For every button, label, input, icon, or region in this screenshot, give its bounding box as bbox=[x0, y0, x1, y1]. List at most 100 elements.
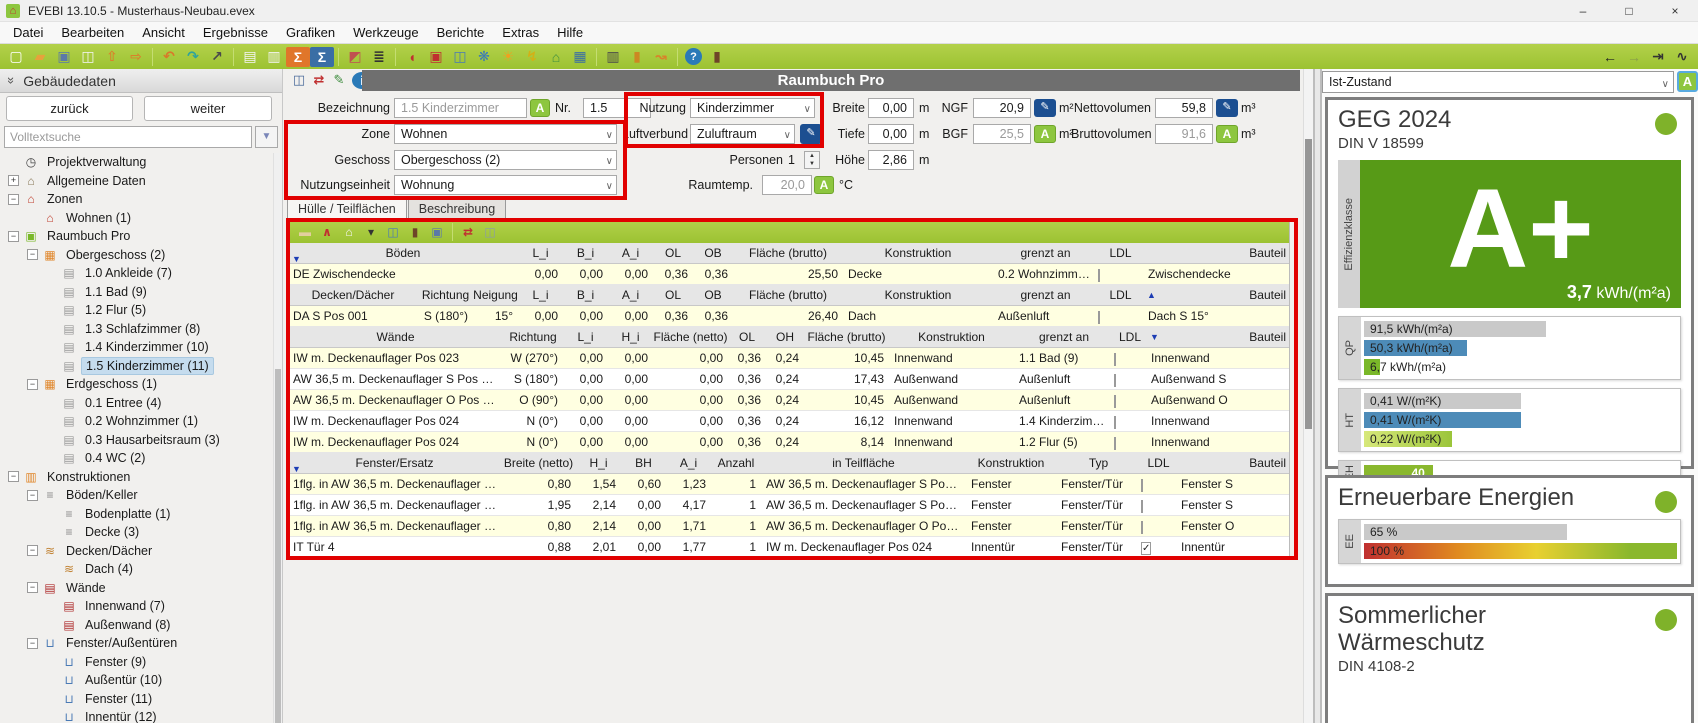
tree-scrollbar[interactable] bbox=[273, 153, 282, 723]
column-header-a_i[interactable]: A_i bbox=[608, 243, 653, 264]
column-header-breite-netto-[interactable]: Breite (netto) bbox=[501, 453, 576, 474]
column-header-fläche-brutto-[interactable]: Fläche (brutto) bbox=[733, 243, 843, 264]
tree-item-1.2-flur-5-[interactable]: ▤1.2 Flur (5) bbox=[0, 301, 274, 320]
next-button[interactable]: weiter bbox=[144, 96, 272, 121]
column-header-h_i[interactable]: H_i bbox=[608, 327, 653, 348]
house-economy-icon[interactable]: ⌂ bbox=[544, 47, 568, 67]
export-icon[interactable]: ⇨ bbox=[124, 47, 148, 67]
tree-item-1.3-schlafzimmer-8-[interactable]: ▤1.3 Schlafzimmer (8) bbox=[0, 320, 274, 339]
column-header-ldl[interactable]: LDL bbox=[1114, 327, 1146, 348]
redo-icon[interactable]: ↷ bbox=[181, 47, 205, 67]
fenster-row[interactable]: 1flg. in AW 36,5 m. Deckenauflager O Pos… bbox=[288, 516, 1289, 537]
heating-icon[interactable]: ◖ bbox=[400, 47, 424, 67]
boeden-row[interactable]: DE Zwischendecke0,000,000,000,360,3625,5… bbox=[288, 264, 1289, 285]
column-header-anzahl[interactable]: Anzahl bbox=[711, 453, 761, 474]
tree-item-erdgeschoss-1-[interactable]: −▦Erdgeschoss (1) bbox=[0, 375, 274, 394]
filter-button[interactable]: ▼ bbox=[255, 126, 278, 148]
column-header-in-teilfläche[interactable]: in Teilfläche bbox=[761, 453, 966, 474]
tree-item-raumbuch-pro[interactable]: −▣Raumbuch Pro bbox=[0, 227, 274, 246]
collapse-icon[interactable]: − bbox=[27, 582, 38, 593]
goto-icon[interactable]: ⇥ bbox=[1646, 47, 1670, 67]
tree-item-fenster-außentüren[interactable]: −⊔Fenster/Außentüren bbox=[0, 634, 274, 653]
report-icon[interactable]: ▥ bbox=[601, 47, 625, 67]
ldl-checkbox[interactable] bbox=[1141, 479, 1143, 492]
ldl-checkbox[interactable]: ✓ bbox=[1141, 542, 1151, 555]
hoehe-input[interactable]: 2,86 bbox=[868, 150, 914, 170]
close-button[interactable]: × bbox=[1652, 0, 1698, 22]
maximize-button[interactable]: □ bbox=[1606, 0, 1652, 22]
ldl-checkbox[interactable] bbox=[1114, 374, 1116, 387]
tree-item-projektverwaltung[interactable]: ◷Projektverwaltung bbox=[0, 153, 274, 172]
column-header-konstruktion[interactable]: Konstruktion bbox=[843, 285, 993, 306]
ngf-edit-button[interactable]: ✎ bbox=[1034, 99, 1056, 117]
collapse-icon[interactable]: − bbox=[27, 490, 38, 501]
column-header-wände[interactable]: Wände bbox=[288, 327, 503, 348]
expand-icon[interactable]: + bbox=[8, 175, 19, 186]
column-header-h_i[interactable]: H_i bbox=[576, 453, 621, 474]
undo-icon[interactable]: ↶ bbox=[157, 47, 181, 67]
column-header-neigung[interactable]: Neigung bbox=[473, 285, 518, 306]
tree-item-außenwand-8-[interactable]: ▤Außenwand (8) bbox=[0, 616, 274, 635]
column-header-konstruktion[interactable]: Konstruktion bbox=[889, 327, 1014, 348]
fulltext-search-input[interactable]: Volltextsuche bbox=[4, 126, 252, 148]
document-icon[interactable]: ▤ bbox=[238, 47, 262, 67]
sort-icon[interactable]: ▲ bbox=[1147, 285, 1156, 306]
tree-item-decken-dächer[interactable]: −≋Decken/Dächer bbox=[0, 542, 274, 561]
sort-icon[interactable]: ▼ bbox=[1150, 327, 1159, 348]
filter-icon[interactable]: ▼ bbox=[292, 459, 301, 474]
column-header-l_i[interactable]: L_i bbox=[518, 285, 563, 306]
statistics-icon[interactable]: ▦ bbox=[568, 47, 592, 67]
menu-ansicht[interactable]: Ansicht bbox=[133, 22, 194, 43]
tree-item-0.3-hausarbeitsraum-3-[interactable]: ▤0.3 Hausarbeitsraum (3) bbox=[0, 431, 274, 450]
menu-grafiken[interactable]: Grafiken bbox=[277, 22, 344, 43]
menu-werkzeuge[interactable]: Werkzeuge bbox=[344, 22, 428, 43]
import-icon[interactable]: ⇧ bbox=[100, 47, 124, 67]
column-header-ol[interactable]: OL bbox=[653, 285, 693, 306]
fenster-row[interactable]: IT Tür 40,882,010,001,771IW m. Deckenauf… bbox=[288, 537, 1289, 558]
menu-extras[interactable]: Extras bbox=[493, 22, 548, 43]
collapse-icon[interactable]: − bbox=[27, 249, 38, 260]
column-header-fläche-brutto-[interactable]: Fläche (brutto) bbox=[733, 285, 843, 306]
column-header-typ[interactable]: Typ bbox=[1056, 453, 1141, 474]
transfer-icon[interactable]: ⇄ bbox=[309, 70, 329, 90]
column-header-a_i[interactable]: A_i bbox=[608, 285, 653, 306]
raumtemp-auto-badge[interactable]: A bbox=[814, 176, 834, 194]
open-icon[interactable]: ▰ bbox=[28, 47, 52, 67]
electricity-icon[interactable]: ↯ bbox=[520, 47, 544, 67]
tree-item-wände[interactable]: −▤Wände bbox=[0, 579, 274, 598]
exit-door-icon[interactable]: ▮ bbox=[705, 47, 729, 67]
geschoss-select[interactable]: Obergeschoss (2)∨ bbox=[394, 150, 617, 170]
menu-ergebnisse[interactable]: Ergebnisse bbox=[194, 22, 277, 43]
collapse-icon[interactable]: − bbox=[27, 379, 38, 390]
tree-item-obergeschoss-2-[interactable]: −▦Obergeschoss (2) bbox=[0, 246, 274, 265]
column-header-bauteil[interactable]: Bauteil bbox=[1143, 243, 1291, 264]
tree-item-zonen[interactable]: −⌂Zonen bbox=[0, 190, 274, 209]
tree-item-1.5-kinderzimmer-11-[interactable]: ▤1.5 Kinderzimmer (11) bbox=[0, 357, 274, 376]
tree-item-konstruktionen[interactable]: −▥Konstruktionen bbox=[0, 468, 274, 487]
column-header-l_i[interactable]: L_i bbox=[563, 327, 608, 348]
schema-icon[interactable]: ◩ bbox=[343, 47, 367, 67]
column-header-ldl[interactable]: LDL bbox=[1098, 285, 1143, 306]
bruttovolumen-auto-badge[interactable]: A bbox=[1216, 125, 1238, 143]
chart-edit-icon[interactable]: ∿ bbox=[1670, 47, 1694, 67]
waende-row[interactable]: IW m. Deckenauflager Pos 024N (0°)0,000,… bbox=[288, 432, 1289, 453]
personen-stepper[interactable]: ▲▼ bbox=[804, 151, 820, 169]
ldl-checkbox[interactable] bbox=[1114, 353, 1116, 366]
waende-row[interactable]: IW m. Deckenauflager Pos 024N (0°)0,000,… bbox=[288, 411, 1289, 432]
tree-scrollbar-thumb[interactable] bbox=[275, 369, 281, 723]
tree-item-1.1-bad-9-[interactable]: ▤1.1 Bad (9) bbox=[0, 283, 274, 302]
column-header-decken-dächer[interactable]: Decken/Dächer bbox=[288, 285, 418, 306]
breite-input[interactable]: 0,00 bbox=[868, 98, 914, 118]
tab-beschreibung[interactable]: Beschreibung bbox=[408, 198, 506, 219]
tree-item-bodenplatte-1-[interactable]: ≡Bodenplatte (1) bbox=[0, 505, 274, 524]
tab-huelle-teilflaechen[interactable]: Hülle / Teilflächen bbox=[287, 198, 407, 220]
window-icon[interactable]: ◫ bbox=[382, 223, 404, 241]
tree-item-wohnen-1-[interactable]: ⌂Wohnen (1) bbox=[0, 209, 274, 228]
fenster-row[interactable]: 1flg. in AW 36,5 m. Deckenauflager S Pos… bbox=[288, 495, 1289, 516]
tree-item-0.4-wc-2-[interactable]: ▤0.4 WC (2) bbox=[0, 449, 274, 468]
menu-hilfe[interactable]: Hilfe bbox=[548, 22, 592, 43]
column-header-bauteil[interactable]: ▼Bauteil bbox=[1146, 327, 1291, 348]
floor-icon[interactable]: ▬ bbox=[294, 223, 316, 241]
column-header-l_i[interactable]: L_i bbox=[518, 243, 563, 264]
ventilation-icon[interactable]: ❋ bbox=[472, 47, 496, 67]
